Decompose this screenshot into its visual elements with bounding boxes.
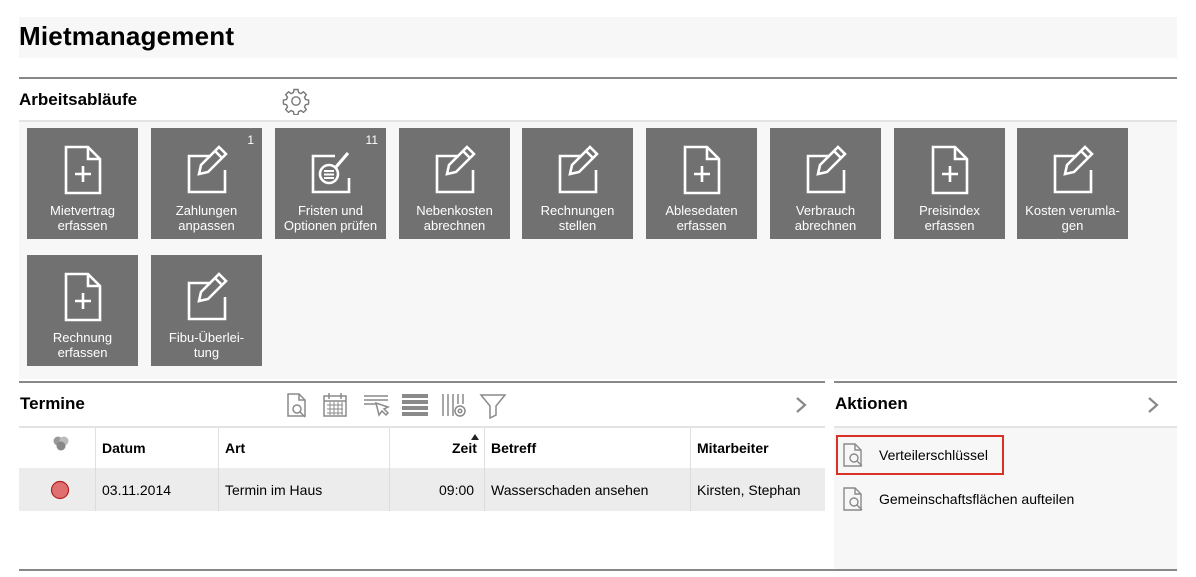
tile-fibu-ueberleitung[interactable]: Fibu-Überlei-tung	[151, 255, 262, 366]
tile-rechnung-erfassen[interactable]: Rechnung erfassen	[27, 255, 138, 366]
tile-fristen-pruefen[interactable]: 11 Fristen und Optionen prüfen	[275, 128, 386, 239]
tile-verbrauch-abrechnen[interactable]: Verbrauch abrechnen	[770, 128, 881, 239]
tile-label: Preisindex erfassen	[919, 203, 980, 233]
tile-label: Kosten verumla-gen	[1025, 203, 1120, 233]
title-bar: Mietmanagement	[19, 17, 1177, 58]
list-search-icon	[311, 151, 351, 194]
edit-icon	[1053, 145, 1094, 194]
table-row[interactable]: 03.11.2014 Termin im Haus 09:00 Wassersc…	[19, 468, 825, 511]
col-mitarbeiter[interactable]: Mitarbeiter	[697, 440, 769, 456]
tile-label: Fristen und Optionen prüfen	[283, 203, 378, 233]
tile-label: Nebenkosten abrechnen	[416, 203, 493, 233]
cell-art: Termin im Haus	[225, 482, 323, 498]
tile-rechnungen-stellen[interactable]: Rechnungen stellen	[522, 128, 633, 239]
document-search-icon	[843, 443, 863, 467]
termine-section: Termine Datum Art Zeit Betreff Mitarbeit…	[19, 381, 825, 571]
file-plus-icon	[64, 272, 102, 322]
col-betreff[interactable]: Betreff	[491, 440, 536, 456]
workflows-header: Arbeitsabläufe	[19, 79, 1177, 122]
action-verteilerschluessel[interactable]: Verteilerschlüssel	[836, 435, 1004, 475]
table-empty-area	[19, 511, 825, 571]
action-label: Verteilerschlüssel	[879, 447, 988, 463]
rows-icon[interactable]	[401, 391, 429, 419]
bottom-divider	[19, 569, 1177, 571]
cell-zeit: 09:00	[439, 482, 475, 498]
document-search-icon[interactable]	[283, 391, 311, 419]
tile-badge: 11	[365, 133, 378, 147]
tile-label: Fibu-Überlei-tung	[168, 330, 245, 360]
tile-ablesedaten-erfassen[interactable]: Ablesedaten erfassen	[646, 128, 757, 239]
tile-zahlungen-anpassen[interactable]: 1 Zahlungen anpassen	[151, 128, 262, 239]
action-gemeinschaftsflaechen[interactable]: Gemeinschaftsflächen aufteilen	[841, 481, 1074, 517]
tile-label: Rechnungen stellen	[540, 203, 615, 233]
aktionen-section: Aktionen Verteilerschlüssel Gemeinschaft…	[834, 381, 1177, 571]
status-column-icon[interactable]	[52, 436, 70, 452]
file-plus-icon	[64, 145, 102, 195]
sort-ascending-icon	[471, 434, 479, 440]
cell-betreff: Wasserschaden ansehen	[491, 482, 649, 498]
page-title: Mietmanagement	[19, 21, 235, 51]
chevron-right-icon[interactable]	[1146, 396, 1160, 414]
action-label: Gemeinschaftsflächen aufteilen	[879, 491, 1075, 507]
termine-heading: Termine	[20, 394, 85, 413]
edit-icon	[558, 145, 599, 194]
col-art[interactable]: Art	[225, 440, 245, 456]
tile-label: Ablesedaten erfassen	[665, 203, 738, 233]
edit-icon	[187, 145, 228, 194]
workflows-heading: Arbeitsabläufe	[19, 90, 138, 109]
tile-badge: 1	[247, 133, 254, 147]
table-cursor-icon[interactable]	[362, 391, 390, 419]
chevron-right-icon[interactable]	[794, 396, 808, 414]
edit-icon	[435, 145, 476, 194]
gear-icon[interactable]	[282, 87, 310, 115]
aktionen-heading: Aktionen	[835, 394, 908, 413]
document-search-icon	[843, 487, 863, 511]
file-plus-icon	[683, 145, 721, 195]
columns-settings-icon[interactable]	[440, 391, 468, 419]
tile-label: Verbrauch abrechnen	[794, 203, 857, 233]
edit-icon	[187, 272, 228, 321]
cell-datum: 03.11.2014	[102, 482, 172, 498]
tile-kosten-verumlagen[interactable]: Kosten verumla-gen	[1017, 128, 1128, 239]
tile-label: Mietvertrag erfassen	[49, 203, 116, 233]
aktionen-header: Aktionen	[834, 383, 1177, 428]
termine-header: Termine	[19, 383, 825, 428]
termine-table-header: Datum Art Zeit Betreff Mitarbeiter	[19, 428, 825, 468]
status-dot-icon	[50, 480, 70, 500]
tile-nebenkosten-abrechnen[interactable]: Nebenkosten abrechnen	[399, 128, 510, 239]
cell-mitarbeiter: Kirsten, Stephan	[697, 482, 801, 498]
filter-icon[interactable]	[479, 391, 507, 419]
tile-mietvertrag-erfassen[interactable]: Mietvertrag erfassen	[27, 128, 138, 239]
col-datum[interactable]: Datum	[102, 440, 146, 456]
tile-label: Rechnung erfassen	[52, 330, 113, 360]
file-plus-icon	[931, 145, 969, 195]
col-zeit[interactable]: Zeit	[452, 440, 477, 456]
tile-preisindex-erfassen[interactable]: Preisindex erfassen	[894, 128, 1005, 239]
tile-label: Zahlungen anpassen	[175, 203, 238, 233]
calendar-icon[interactable]	[321, 391, 349, 419]
edit-icon	[806, 145, 847, 194]
